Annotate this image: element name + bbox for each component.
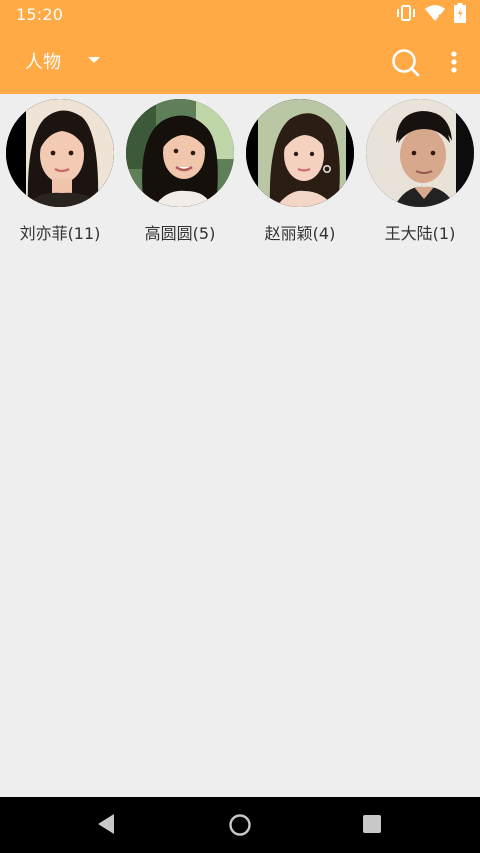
people-list: 刘亦菲(11) 高圆圆(5) 赵丽颖(4) 王大陆(1) (0, 94, 480, 254)
app-bar: 人物 (0, 30, 480, 94)
avatar (6, 99, 114, 207)
person-label: 高圆圆(5) (144, 224, 216, 243)
person-label: 刘亦菲(11) (19, 224, 101, 243)
avatar (246, 99, 354, 207)
status-time: 15:20 (16, 5, 64, 24)
avatar (366, 99, 474, 207)
recents-icon[interactable] (362, 813, 382, 839)
page-title[interactable]: 人物 (25, 48, 61, 74)
vibrate-icon (396, 4, 416, 26)
person-item[interactable]: 高圆圆(5) (120, 99, 240, 249)
search-icon[interactable] (389, 46, 421, 78)
person-label: 王大陆(1) (384, 224, 456, 243)
back-icon[interactable] (96, 813, 116, 839)
battery-icon (454, 3, 466, 27)
home-icon[interactable] (228, 813, 252, 841)
person-item[interactable]: 王大陆(1) (360, 99, 480, 249)
avatar (126, 99, 234, 207)
status-bar: 15:20 (0, 0, 480, 30)
person-item[interactable]: 赵丽颖(4) (240, 99, 360, 249)
dropdown-arrow-icon[interactable] (88, 57, 100, 63)
status-icons (396, 3, 466, 27)
person-item[interactable]: 刘亦菲(11) (0, 99, 120, 249)
wifi-icon (424, 4, 446, 26)
more-vert-icon[interactable] (442, 46, 466, 78)
navigation-bar (0, 797, 480, 853)
screen: 15:20 人物 刘亦菲(11) 高圆圆(5) 赵丽颖(4) 王大陆(1) (0, 0, 480, 853)
person-label: 赵丽颖(4) (264, 224, 336, 243)
